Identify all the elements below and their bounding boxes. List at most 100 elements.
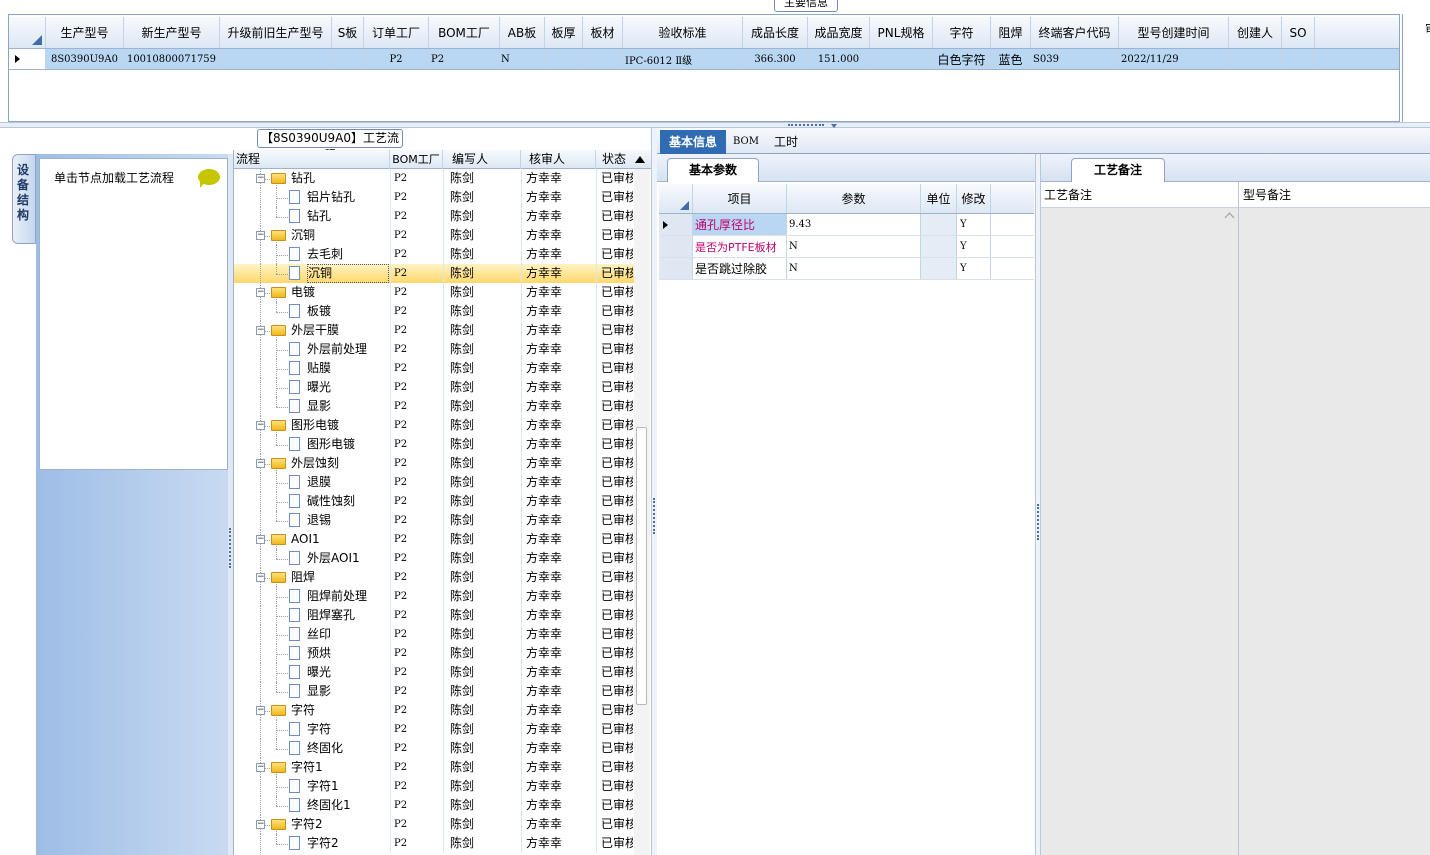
param-row-indicator[interactable] — [659, 236, 693, 257]
cell-pnl-spec[interactable] — [870, 49, 933, 69]
tree-leaf-row[interactable]: 沉铜 P2 陈剑 方幸幸 已审核 — [234, 264, 634, 283]
tree-leaf-row[interactable]: 钻孔 P2 陈剑 方幸幸 已审核 — [234, 207, 634, 226]
tree-scrollbar[interactable] — [634, 169, 650, 855]
col-header-s-board[interactable]: S板 — [332, 17, 364, 48]
col-header-created-time[interactable]: 型号创建时间 — [1119, 17, 1229, 48]
tree-header-flow[interactable]: 流程 — [234, 150, 390, 169]
param-modify[interactable]: Y — [957, 214, 991, 235]
col-header-material[interactable]: 板材 — [583, 17, 623, 48]
param-row[interactable]: 是否为PTFE板材 N Y — [659, 236, 1034, 258]
tab-bom[interactable]: BOM — [729, 130, 763, 154]
param-unit[interactable] — [921, 236, 957, 257]
tree-leaf-row[interactable]: 曝光 P2 陈剑 方幸幸 已审核 — [234, 663, 634, 682]
tree-leaf-row[interactable]: 终固化1 P2 陈剑 方幸幸 已审核 — [234, 796, 634, 815]
cell-created-time[interactable]: 2022/11/29 — [1119, 49, 1229, 69]
param-value[interactable]: N — [787, 258, 921, 279]
cell-creator[interactable] — [1229, 49, 1282, 69]
tree-leaf-row[interactable]: 外层前处理 P2 陈剑 方幸幸 已审核 — [234, 340, 634, 359]
cell-old-production-model[interactable] — [220, 49, 332, 69]
cell-solder-mask[interactable]: 蓝色 — [991, 49, 1031, 69]
param-modify[interactable]: Y — [957, 258, 991, 279]
tree-group-row[interactable]: − 字符1 P2 陈剑 方幸幸 已审核 — [234, 758, 634, 777]
equipment-list-box[interactable]: 单击节点加载工艺流程 — [39, 158, 228, 470]
param-row-indicator[interactable] — [659, 258, 693, 279]
tree-group-row[interactable]: − 电镀 P2 陈剑 方幸幸 已审核 — [234, 283, 634, 302]
col-header-width[interactable]: 成品宽度 — [808, 17, 870, 48]
tree-leaf-row[interactable]: 贴膜 P2 陈剑 方幸幸 已审核 — [234, 359, 634, 378]
param-header-unit[interactable]: 单位 — [921, 184, 957, 213]
params-title-tab[interactable]: 基本参数 — [667, 158, 759, 182]
tab-work-hours[interactable]: 工时 — [766, 130, 806, 154]
collapse-toggle-icon[interactable]: − — [256, 231, 265, 240]
tree-leaf-row[interactable]: 退锡 P2 陈剑 方幸幸 已审核 — [234, 511, 634, 530]
tree-header-writer[interactable]: 编写人 — [443, 150, 521, 169]
collapse-toggle-icon[interactable]: − — [256, 535, 265, 544]
tree-group-row[interactable]: − 阻焊 P2 陈剑 方幸幸 已审核 — [234, 568, 634, 587]
tree-leaf-row[interactable]: 退膜 P2 陈剑 方幸幸 已审核 — [234, 473, 634, 492]
param-row[interactable]: 是否跳过除胶 N Y — [659, 258, 1034, 280]
col-header-old-production-model[interactable]: 升级前旧生产型号 — [220, 17, 332, 48]
tree-header-factory[interactable]: BOM工厂 — [390, 150, 443, 169]
cell-character[interactable]: 白色字符 — [933, 49, 991, 69]
cell-s-board[interactable] — [332, 49, 364, 69]
top-grid-row[interactable]: 8S0390U9A0 10010800071759 P2 P2 N IPC-60… — [9, 49, 1399, 70]
tree-leaf-row[interactable]: 阻焊塞孔 P2 陈剑 方幸幸 已审核 — [234, 606, 634, 625]
collapse-toggle-icon[interactable]: − — [256, 820, 265, 829]
param-row[interactable]: 通孔厚径比 9.43 Y — [659, 214, 1034, 236]
tree-group-row[interactable]: − 钻孔 P2 陈剑 方幸幸 已审核 — [234, 169, 634, 188]
col-header-production-model[interactable]: 生产型号 — [46, 17, 124, 48]
tree-group-row[interactable]: − 外层蚀刻 P2 陈剑 方幸幸 已审核 — [234, 454, 634, 473]
model-note-textarea[interactable] — [1240, 208, 1430, 855]
row-indicator[interactable] — [9, 49, 46, 69]
cell-ab-board[interactable]: N — [500, 49, 545, 69]
col-header-bom-factory[interactable]: BOM工厂 — [429, 17, 500, 48]
param-value[interactable]: N — [787, 236, 921, 257]
tree-leaf-row[interactable]: 外层AOI1 P2 陈剑 方幸幸 已审核 — [234, 549, 634, 568]
tree-leaf-row[interactable]: 丝印 P2 陈剑 方幸幸 已审核 — [234, 625, 634, 644]
col-header-ab-board[interactable]: AB板 — [500, 17, 545, 48]
col-header-solder-mask[interactable]: 阻焊 — [991, 17, 1031, 48]
param-header-item[interactable]: 项目 — [693, 184, 787, 213]
param-item[interactable]: 通孔厚径比 — [693, 214, 787, 235]
tab-basic-info[interactable]: 基本信息 — [660, 130, 726, 154]
top-grid-corner[interactable] — [9, 17, 46, 48]
param-item[interactable]: 是否为PTFE板材 — [693, 236, 787, 257]
tree-leaf-row[interactable]: 阻焊前处理 P2 陈剑 方幸幸 已审核 — [234, 587, 634, 606]
tree-header-status[interactable]: 状态 — [596, 150, 632, 169]
cell-so[interactable] — [1282, 49, 1315, 69]
col-header-thickness[interactable]: 板厚 — [545, 17, 583, 48]
param-unit[interactable] — [921, 258, 957, 279]
tree-leaf-row[interactable]: 字符2 P2 陈剑 方幸幸 已审核 — [234, 834, 634, 853]
tree-scrollbar-thumb[interactable] — [636, 427, 647, 705]
tree-group-row[interactable]: − AOI1 P2 陈剑 方幸幸 已审核 — [234, 530, 634, 549]
tree-leaf-row[interactable]: 显影 P2 陈剑 方幸幸 已审核 — [234, 682, 634, 701]
collapse-toggle-icon[interactable]: − — [256, 288, 265, 297]
param-value[interactable]: 9.43 — [787, 214, 921, 235]
tree-leaf-row[interactable]: 板镀 P2 陈剑 方幸幸 已审核 — [234, 302, 634, 321]
cell-production-model[interactable]: 8S0390U9A0 — [46, 49, 124, 69]
tree-group-row[interactable]: − 图形电镀 P2 陈剑 方幸幸 已审核 — [234, 416, 634, 435]
col-header-new-production-model[interactable]: 新生产型号 — [124, 17, 220, 48]
col-header-acceptance-standard[interactable]: 验收标准 — [623, 17, 743, 48]
cell-order-factory[interactable]: P2 — [364, 49, 429, 69]
params-corner[interactable] — [659, 184, 693, 213]
param-modify[interactable]: Y — [957, 236, 991, 257]
param-header-modify[interactable]: 修改 — [957, 184, 991, 213]
process-note-header[interactable]: 工艺备注 — [1041, 182, 1239, 208]
tree-leaf-row[interactable]: 曝光 P2 陈剑 方幸幸 已审核 — [234, 378, 634, 397]
param-row-indicator[interactable] — [659, 214, 693, 235]
collapse-toggle-icon[interactable]: − — [256, 573, 265, 582]
collapse-toggle-icon[interactable]: − — [256, 174, 265, 183]
param-item[interactable]: 是否跳过除胶 — [693, 258, 787, 279]
tree-leaf-row[interactable]: 去毛刺 P2 陈剑 方幸幸 已审核 — [234, 245, 634, 264]
collapse-toggle-icon[interactable]: − — [256, 421, 265, 430]
col-header-customer-code[interactable]: 终端客户代码 — [1031, 17, 1119, 48]
collapse-toggle-icon[interactable]: − — [256, 459, 265, 468]
note-scroll-up-icon[interactable] — [1224, 212, 1235, 223]
col-header-character[interactable]: 字符 — [933, 17, 991, 48]
process-note-textarea[interactable] — [1041, 208, 1239, 855]
col-header-creator[interactable]: 创建人 — [1229, 17, 1282, 48]
tree-group-row[interactable]: − 沉铜 P2 陈剑 方幸幸 已审核 — [234, 226, 634, 245]
cell-customer-code[interactable]: S039 — [1031, 49, 1119, 69]
side-tab-equipment-structure[interactable]: 设备结构 — [12, 154, 36, 244]
